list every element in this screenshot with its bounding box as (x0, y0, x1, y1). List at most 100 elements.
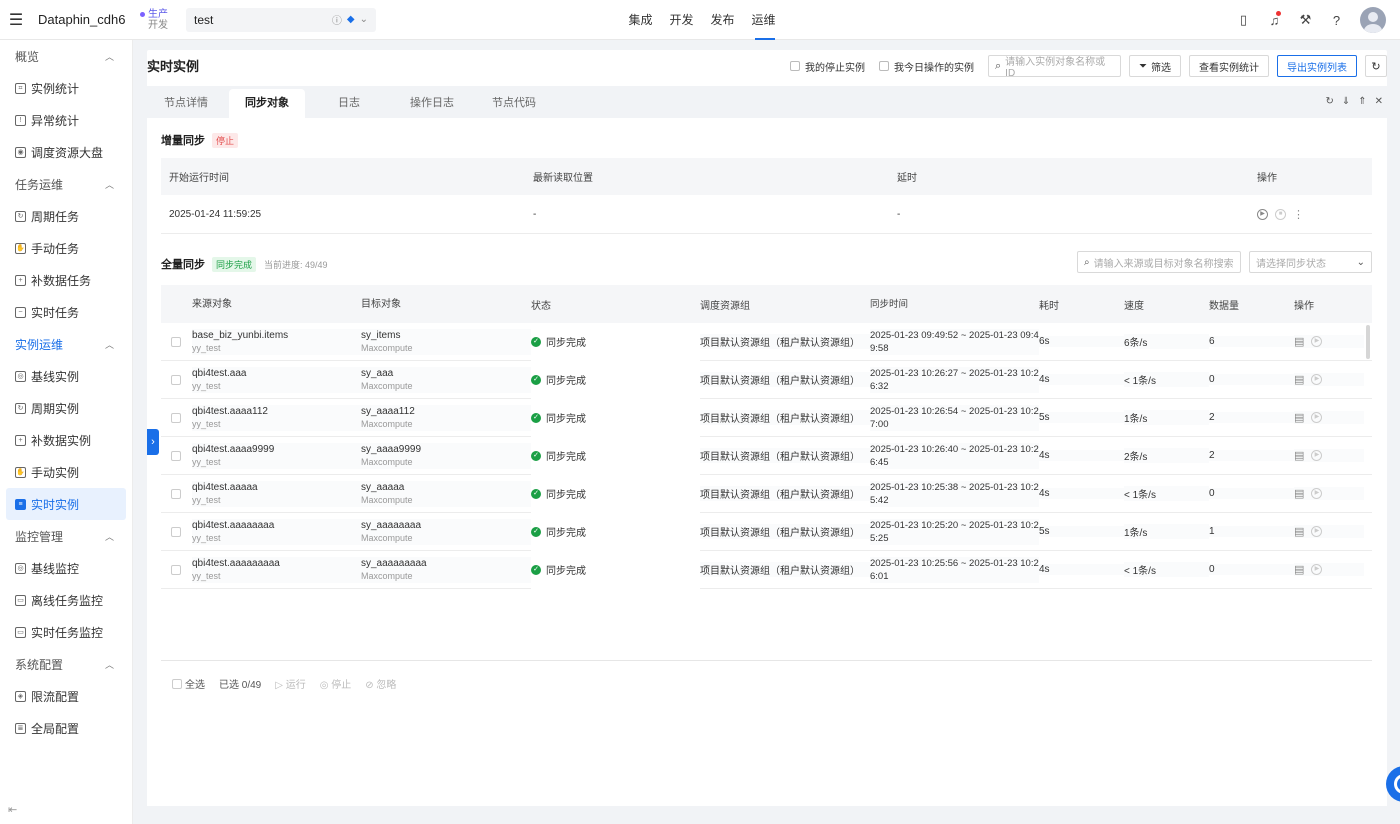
status-cell: ✓ 同步完成 (531, 436, 700, 475)
log-icon[interactable]: ▤ (1294, 525, 1304, 538)
log-icon[interactable]: ▤ (1294, 563, 1304, 576)
checkbox-box (790, 61, 800, 71)
sidebar-item-periodic-instances[interactable]: ↻ 周期实例 (6, 392, 126, 424)
hamburger-menu-icon[interactable]: ☰ (2, 0, 30, 40)
nav-develop[interactable]: 开发 (661, 0, 702, 40)
full-sync-tools: ⌕ 请输入来源或目标对象名称搜索 请选择同步状态 ⌄ (1077, 251, 1372, 273)
sidebar-item-baseline-instances[interactable]: ◎ 基线实例 (6, 360, 126, 392)
tab-operation-logs[interactable]: 操作日志 (393, 89, 471, 118)
row-checkbox[interactable] (161, 450, 192, 461)
sidebar-group-instance-ops[interactable]: 实例运维 ︿ (0, 328, 132, 360)
log-icon[interactable]: ▤ (1294, 373, 1304, 386)
batch-stop-button[interactable]: ◎ 停止 (320, 676, 352, 691)
chevron-down-icon[interactable]: ⌄ (360, 14, 368, 25)
sidebar-item-manual-tasks[interactable]: ✋ 手动任务 (6, 232, 126, 264)
batch-ignore-button[interactable]: ⊘ 忽略 (365, 676, 396, 691)
info-icon[interactable]: ⓘ (332, 12, 342, 27)
sidebar-item-realtime-instances[interactable]: ≡ 实时实例 (6, 488, 126, 520)
row-checkbox[interactable] (161, 488, 192, 499)
floating-help-icon[interactable] (1386, 766, 1400, 802)
environment-switcher[interactable]: 生产 开发 (140, 9, 180, 31)
log-icon[interactable]: ▤ (1294, 449, 1304, 462)
refresh-icon[interactable]: ↻ (1325, 96, 1333, 107)
sidebar-item-realtime-monitor[interactable]: ▭ 实时任务监控 (6, 616, 126, 648)
table-scrollbar[interactable] (1366, 325, 1370, 359)
filter-button[interactable]: ⏷ 筛选 (1129, 55, 1181, 77)
more-icon[interactable]: ⋮ (1293, 208, 1304, 221)
run-icon[interactable]: ▶ (1311, 564, 1323, 575)
sidebar-item-backfill-tasks[interactable]: + 补数据任务 (6, 264, 126, 296)
chevron-up-icon: ︿ (104, 659, 114, 670)
collapse-sidebar-icon[interactable]: ⇤ (8, 803, 17, 816)
backfill-icon: + (15, 434, 26, 446)
notification-dot (1276, 10, 1281, 16)
sync-time-line2: 7:00 (870, 418, 889, 430)
sidebar-item-periodic-tasks[interactable]: ↻ 周期任务 (6, 200, 126, 232)
run-icon[interactable]: ▶ (1311, 488, 1323, 499)
sidebar-group-system-config[interactable]: 系统配置 ︿ (0, 648, 132, 680)
today-operated-checkbox[interactable]: 我今日操作的实例 (879, 59, 974, 74)
sidebar-item-realtime-tasks[interactable]: ~ 实时任务 (6, 296, 126, 328)
expand-down-icon[interactable]: ⇓ (1342, 96, 1350, 107)
nav-integration[interactable]: 集成 (620, 0, 661, 40)
log-icon[interactable]: ▤ (1294, 487, 1304, 500)
log-icon[interactable]: ▤ (1294, 335, 1304, 348)
cycle-icon: ↻ (15, 402, 26, 414)
column-header: 操作 (1294, 300, 1314, 312)
sidebar-item-instance-stats[interactable]: ⌗ 实例统计 (6, 72, 126, 104)
sidebar-item-resource-dashboard[interactable]: ◉ 调度资源大盘 (6, 136, 126, 168)
help-icon[interactable]: ? (1321, 13, 1352, 28)
run-icon[interactable]: ▶ (1257, 208, 1268, 220)
speed-cell: 6条/s (1124, 334, 1209, 349)
object-search-input[interactable]: ⌕ 请输入来源或目标对象名称搜索 (1077, 251, 1241, 273)
batch-run-button[interactable]: ▷ 运行 (275, 676, 305, 691)
refresh-icon[interactable]: ↻ (1365, 55, 1387, 77)
nav-publish[interactable]: 发布 (702, 0, 743, 40)
sidebar-group-task-ops[interactable]: 任务运维 ︿ (0, 168, 132, 200)
select-all-checkbox[interactable]: 全选 (172, 676, 205, 691)
table-body: base_biz_yunbi.items yy_test sy_items Maxco… (161, 322, 1372, 589)
row-checkbox[interactable] (161, 564, 192, 575)
sidebar-item-backfill-instances[interactable]: + 补数据实例 (6, 424, 126, 456)
column-header: 目标对象 (361, 298, 401, 310)
sidebar-group-overview[interactable]: 概览 ︿ (0, 40, 132, 72)
expand-panel-icon[interactable]: › (147, 429, 159, 455)
sidebar-item-global-config[interactable]: ≣ 全局配置 (6, 712, 126, 744)
avatar[interactable] (1360, 7, 1386, 33)
tab-logs[interactable]: 日志 (309, 89, 389, 118)
row-checkbox[interactable] (161, 412, 192, 423)
tab-node-code[interactable]: 节点代码 (475, 89, 553, 118)
run-icon[interactable]: ▶ (1311, 450, 1323, 461)
project-selector[interactable]: test ⓘ ◆ ⌄ (186, 7, 376, 32)
run-icon[interactable]: ▶ (1311, 526, 1323, 537)
wrench-icon[interactable]: ⚒ (1290, 12, 1321, 28)
row-checkbox[interactable] (161, 336, 192, 347)
sidebar-item-offline-monitor[interactable]: ▭ 离线任务监控 (6, 584, 126, 616)
view-stats-button[interactable]: 查看实例统计 (1189, 55, 1269, 77)
log-icon[interactable]: ▤ (1294, 411, 1304, 424)
task-icon[interactable]: ▯ (1228, 12, 1259, 28)
sidebar-item-rate-limit[interactable]: ◈ 限流配置 (6, 680, 126, 712)
my-stopped-checkbox[interactable]: 我的停止实例 (790, 59, 865, 74)
run-icon[interactable]: ▶ (1311, 336, 1323, 347)
instance-search-input[interactable]: ⌕ 请输入实例对象名称或ID (988, 55, 1121, 79)
collapse-up-icon[interactable]: ⇑ (1358, 96, 1366, 107)
run-icon[interactable]: ▶ (1311, 412, 1323, 423)
row-checkbox[interactable] (161, 374, 192, 385)
sidebar-item-baseline-monitor[interactable]: ◎ 基线监控 (6, 552, 126, 584)
sync-status-select[interactable]: 请选择同步状态 ⌄ (1249, 251, 1372, 273)
bell-icon[interactable]: ♫ (1259, 10, 1290, 28)
tab-node-details[interactable]: 节点详情 (147, 89, 225, 118)
close-icon[interactable]: ✕ (1375, 96, 1383, 107)
sidebar-item-exception-stats[interactable]: ! 异常统计 (6, 104, 126, 136)
tab-sync-objects[interactable]: 同步对象 (229, 89, 305, 118)
source-db: yy_test (192, 418, 221, 429)
row-checkbox[interactable] (161, 526, 192, 537)
export-list-button[interactable]: 导出实例列表 (1277, 55, 1357, 77)
run-icon[interactable]: ▶ (1311, 374, 1323, 385)
column-header: 同步时间 (870, 298, 909, 310)
sidebar-group-monitoring[interactable]: 监控管理 ︿ (0, 520, 132, 552)
nav-operations[interactable]: 运维 (743, 0, 784, 40)
stop-icon[interactable]: ■ (1275, 208, 1286, 220)
sidebar-item-manual-instances[interactable]: ✋ 手动实例 (6, 456, 126, 488)
